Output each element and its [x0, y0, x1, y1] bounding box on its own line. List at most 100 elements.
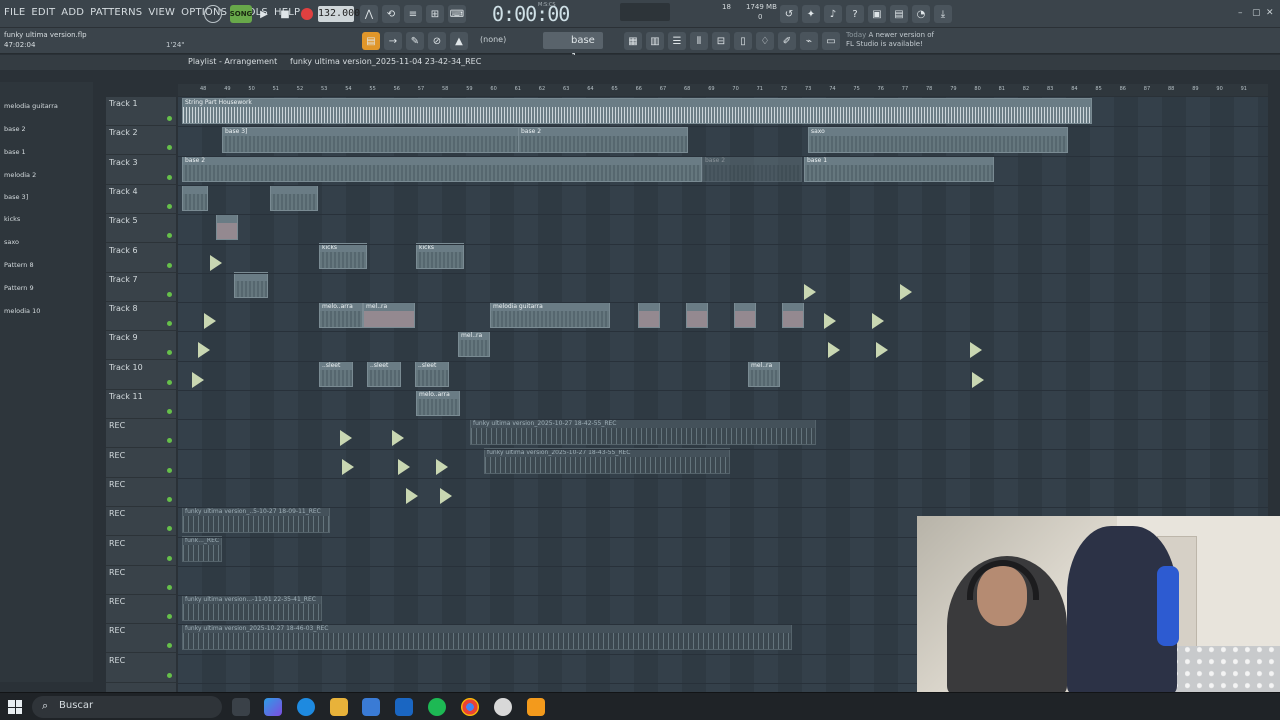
timeline-ruler[interactable]: 48 49 50 51 52 53 54 55 56 57 58 59 60 61 62 63 64 65 66 67…	[178, 84, 1268, 96]
track-header[interactable]: Track 1	[106, 97, 176, 126]
clip-marker[interactable]	[340, 430, 352, 446]
maximize-icon[interactable]: ▢	[1252, 8, 1261, 18]
menu-add[interactable]: ADD	[61, 7, 84, 18]
clip-base2-faded[interactable]: base 2	[702, 156, 802, 182]
clip-rec[interactable]: funk..._REC	[182, 536, 222, 562]
clip-string-part[interactable]: String Part Housework	[182, 98, 1092, 124]
piano-roll-icon[interactable]: ☰	[668, 32, 686, 50]
edge-icon[interactable]	[297, 698, 315, 716]
clip-mel-ra[interactable]: mel..ra	[748, 361, 780, 387]
clip-track8[interactable]	[734, 302, 756, 328]
typing-keyboard-icon[interactable]: ⌨	[448, 5, 466, 23]
track-enable-led[interactable]	[167, 262, 172, 268]
snap-icon[interactable]: ⋀	[360, 5, 378, 23]
clip-sleet[interactable]: ..sleet	[319, 361, 353, 387]
step-icon[interactable]: ≡	[404, 5, 422, 23]
track-header[interactable]: REC	[106, 478, 176, 507]
track-enable-led[interactable]	[167, 643, 172, 649]
song-mode-button[interactable]: SONG	[230, 5, 252, 23]
clip-marker[interactable]	[204, 313, 216, 329]
track-enable-led[interactable]	[167, 233, 172, 239]
microphone-icon[interactable]: ♪	[824, 5, 842, 23]
plug-icon[interactable]: ♢	[756, 32, 774, 50]
menu-patterns[interactable]: PATTERNS	[90, 7, 142, 18]
pattern-none-label[interactable]: (none)	[480, 35, 506, 44]
track-enable-led[interactable]	[167, 584, 172, 590]
clip-rec[interactable]: funky ultima version...-11-01 22-35-41_R…	[182, 595, 322, 621]
track-enable-led[interactable]	[167, 672, 172, 678]
chrome-icon[interactable]	[461, 698, 479, 716]
playlist-icon[interactable]: ▦	[624, 32, 642, 50]
track-header[interactable]: REC	[106, 654, 176, 683]
track-header[interactable]: Track 4	[106, 185, 176, 214]
track-header[interactable]: Track 11	[106, 390, 176, 419]
track-enable-led[interactable]	[167, 350, 172, 356]
picker-item[interactable]: Pattern 8	[4, 261, 34, 269]
track-enable-led[interactable]	[167, 379, 172, 385]
magnet-icon[interactable]: ⌁	[800, 32, 818, 50]
minimize-icon[interactable]: –	[1238, 8, 1243, 18]
clip-saxo[interactable]: saxo	[808, 127, 1068, 153]
track-header[interactable]: Track 5	[106, 214, 176, 244]
loop-icon[interactable]: ⟲	[382, 5, 400, 23]
picker-item[interactable]: Pattern 9	[4, 284, 34, 292]
task-view-icon[interactable]	[232, 698, 250, 716]
stamp-icon[interactable]: ▲	[450, 32, 468, 50]
track-enable-led[interactable]	[167, 467, 172, 473]
play-button[interactable]: ▶	[255, 5, 273, 23]
clip-track4[interactable]	[270, 185, 318, 211]
track-header[interactable]: Track 10	[106, 361, 176, 390]
fl-studio-icon[interactable]	[527, 698, 545, 716]
menu-file[interactable]: FILE	[4, 7, 25, 18]
update-notice[interactable]: Today A newer version of FL Studio is av…	[846, 31, 934, 49]
track-enable-led[interactable]	[167, 145, 172, 151]
track-header[interactable]: REC	[106, 507, 176, 537]
track-enable-led[interactable]	[167, 174, 172, 180]
track-header[interactable]: Track 7	[106, 273, 176, 302]
track-enable-led[interactable]	[167, 409, 172, 414]
clip-marker[interactable]	[392, 430, 404, 446]
pattern-selector[interactable]: base 1	[543, 32, 603, 63]
blend-icon[interactable]: ⊞	[426, 5, 444, 23]
track-enable-led[interactable]	[167, 203, 172, 209]
clip-rec[interactable]: funky ultima version_..5-10-27 18-09-11_…	[182, 507, 330, 533]
clip-marker[interactable]	[342, 459, 354, 475]
track-enable-led[interactable]	[167, 321, 172, 327]
clip-base3[interactable]: base 3]	[222, 127, 562, 153]
playlist-breadcrumb[interactable]: funky ultima version_2025-11-04 23-42-34…	[290, 57, 481, 66]
download-icon[interactable]: ⤓	[934, 5, 952, 23]
clip-kicks[interactable]: kicks	[416, 243, 464, 269]
clip-marker[interactable]	[192, 372, 204, 388]
store-icon[interactable]	[362, 698, 380, 716]
clip-mel-ra[interactable]: mel..ra	[363, 302, 415, 328]
file-icon[interactable]: ▯	[734, 32, 752, 50]
save-icon[interactable]: ▣	[868, 5, 886, 23]
track-enable-led[interactable]	[167, 291, 172, 297]
clip-sleet[interactable]: ..sleet	[367, 361, 401, 387]
clip-marker[interactable]	[828, 342, 840, 358]
windows-start-icon[interactable]	[8, 700, 22, 714]
help-icon[interactable]: ?	[846, 5, 864, 23]
clip-melo-arra[interactable]: melo..arra	[319, 302, 363, 328]
clip-rec[interactable]: funky ultima version_2025-10-27 18-46-03…	[182, 624, 792, 650]
track-header[interactable]: REC	[106, 624, 176, 654]
clip-rec[interactable]: funky ultima version_2025-10-27 18-43-55…	[484, 448, 730, 474]
picker-item[interactable]: kicks	[4, 215, 20, 223]
obs-icon[interactable]	[494, 698, 512, 716]
clip-base2-row3[interactable]: base 2	[182, 156, 702, 182]
clip-sleet[interactable]: ..sleet	[415, 361, 449, 387]
track-enable-led[interactable]	[167, 116, 172, 121]
clip-track7[interactable]	[234, 272, 268, 298]
file-explorer-icon[interactable]	[330, 698, 348, 716]
clip-marker[interactable]	[198, 342, 210, 358]
clip-track8[interactable]	[782, 302, 804, 328]
picker-item[interactable]: base 3]	[4, 193, 28, 201]
track-enable-led[interactable]	[167, 496, 172, 502]
mixer-faders-icon[interactable]: ⫴	[690, 32, 708, 50]
clip-marker[interactable]	[824, 313, 836, 329]
clip-track8[interactable]	[686, 302, 708, 328]
pattern-song-toggle-icon[interactable]: ▤	[362, 32, 380, 50]
clip-track5[interactable]	[216, 214, 238, 240]
clip-marker[interactable]	[872, 313, 884, 329]
track-header[interactable]: Track 3	[106, 156, 176, 185]
